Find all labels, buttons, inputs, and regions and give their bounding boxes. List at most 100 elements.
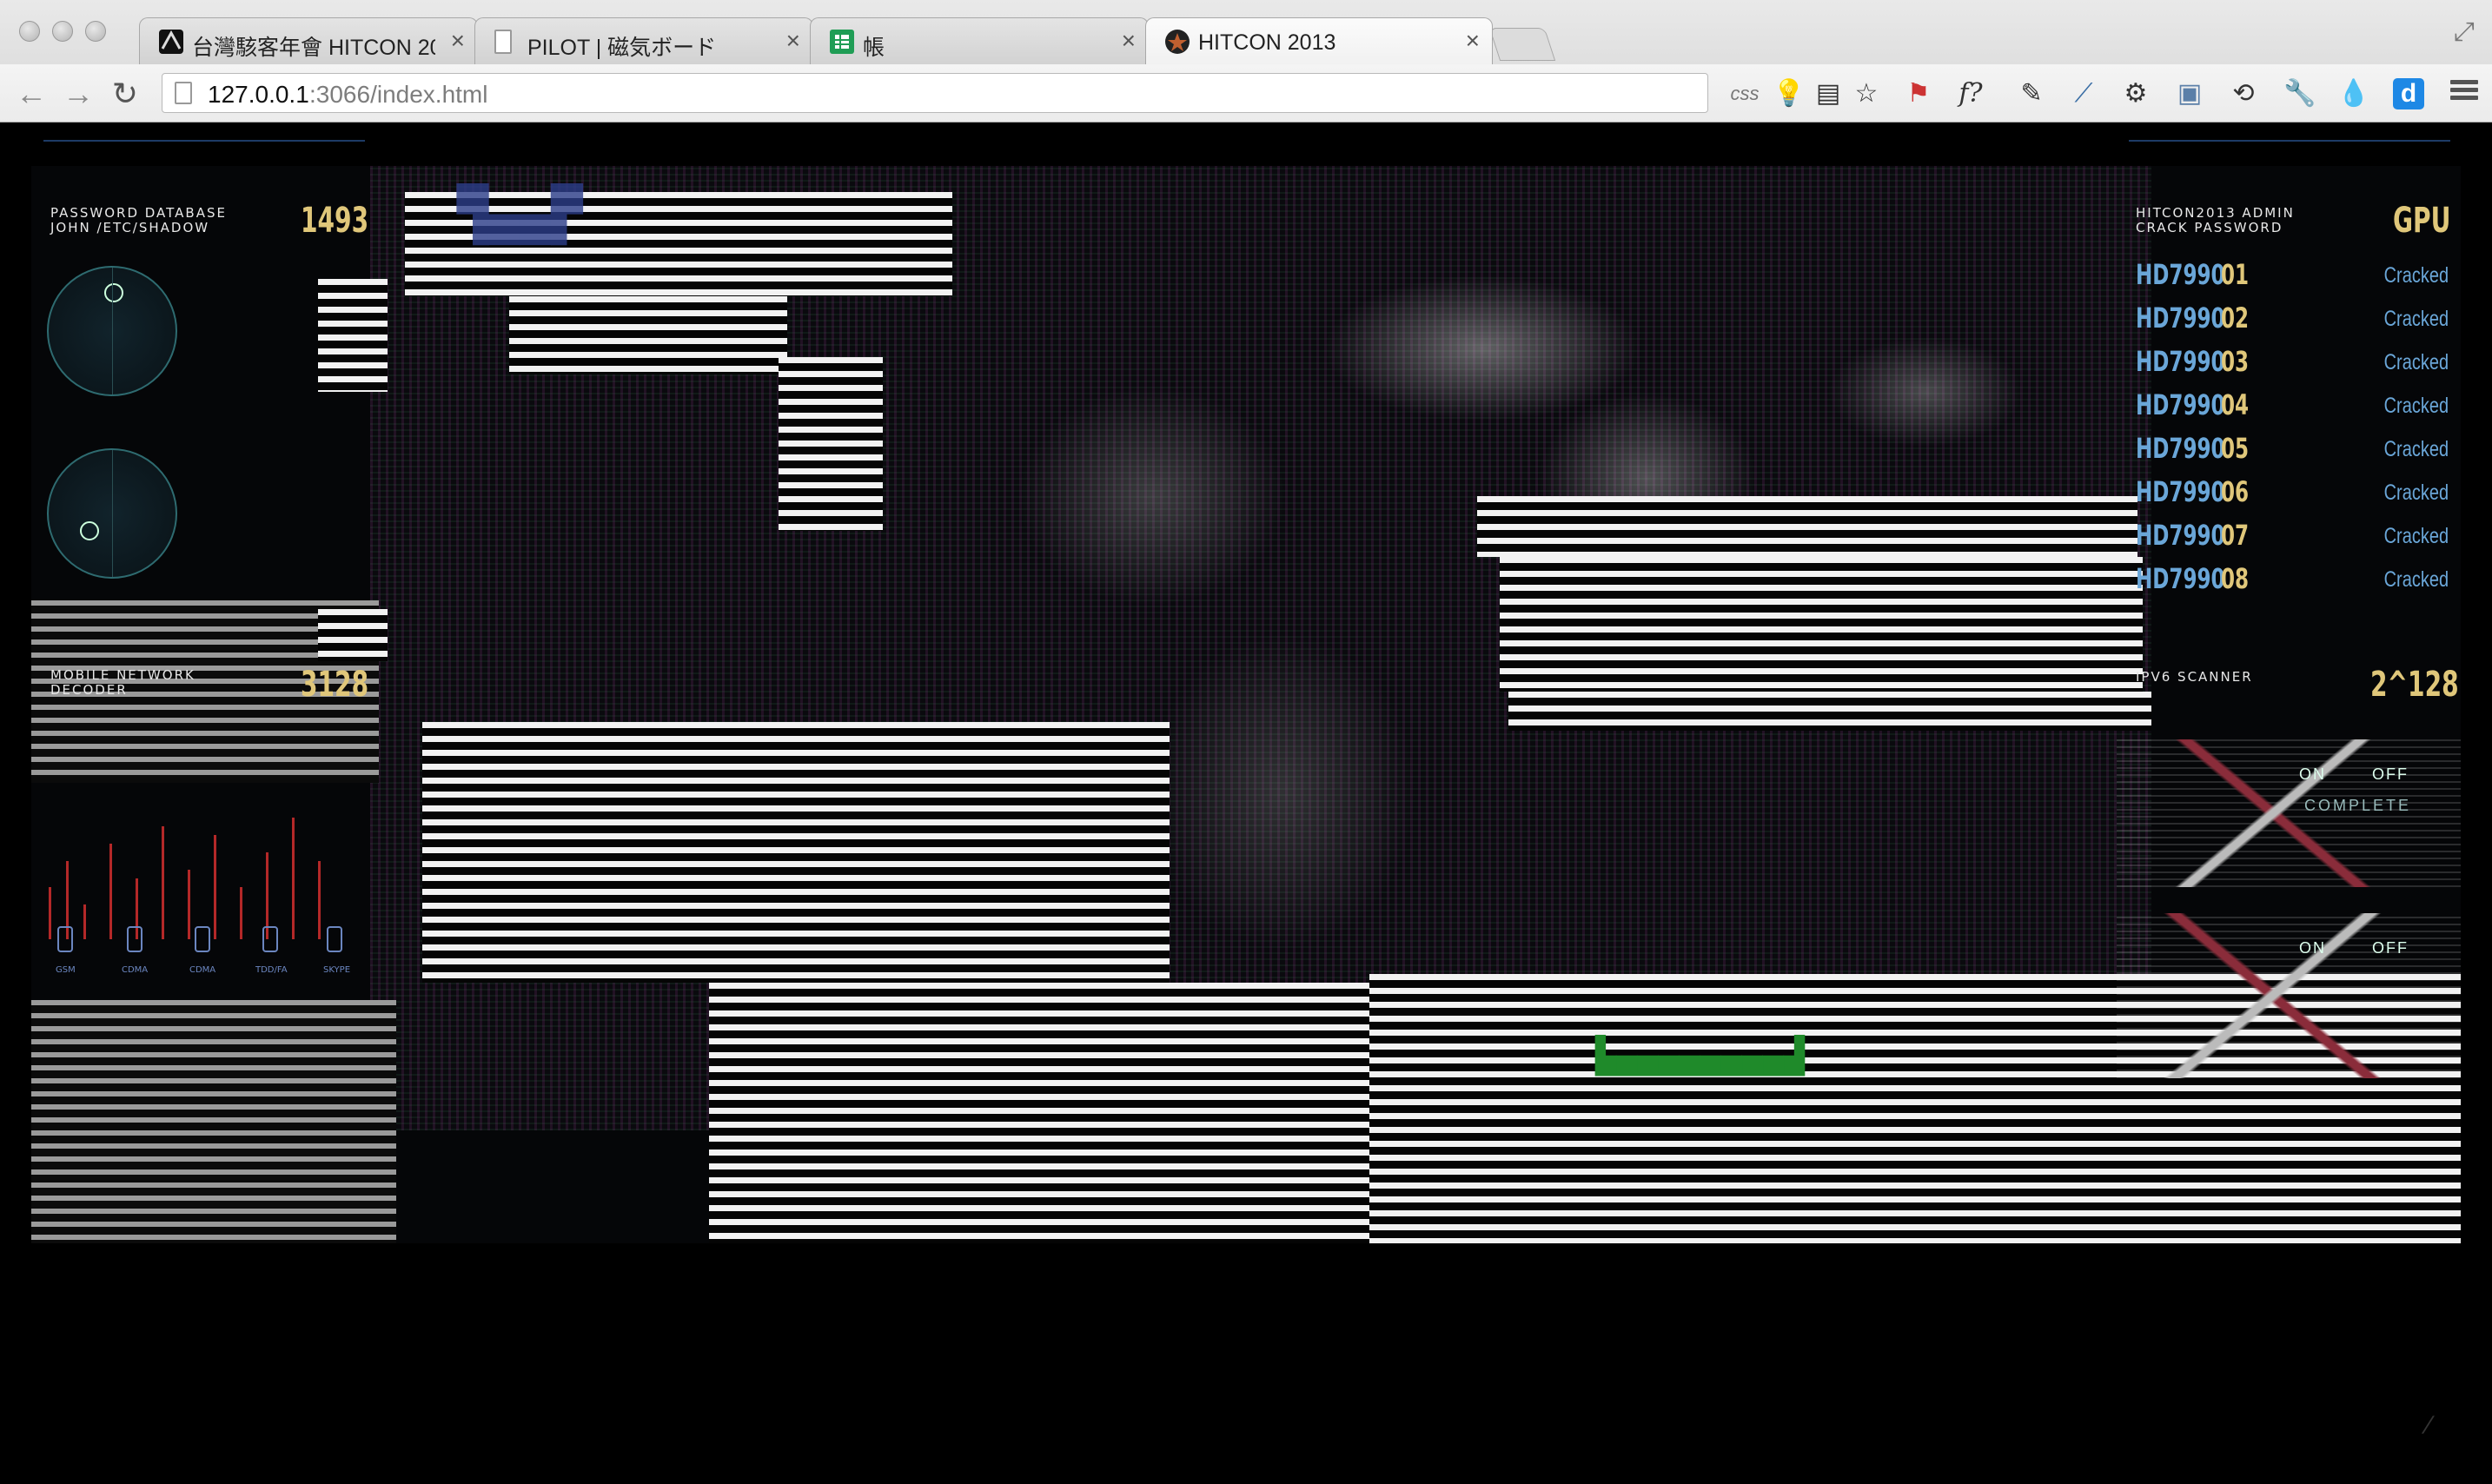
browser-toolbar: ← → ↻ 127.0.0.1 :3066/index.html css 💡 ▤… bbox=[0, 64, 2492, 122]
gpu-status: Cracked bbox=[2383, 350, 2449, 374]
gpu-index: 08 bbox=[2221, 562, 2250, 595]
tab-hitcon-2013[interactable]: HITCON 2013 × bbox=[1145, 17, 1493, 64]
tab-pilot[interactable]: PILOT | 磁気ボード × bbox=[474, 17, 813, 64]
glitch-block bbox=[1477, 496, 2137, 557]
gpu-row: HD7990 06 Cracked bbox=[2136, 475, 2457, 515]
back-arrow-icon[interactable]: ← bbox=[12, 75, 50, 113]
glitch-text: ▟▀▀▙ bbox=[457, 183, 583, 244]
glitch-block bbox=[709, 983, 1369, 1243]
font-finder-icon[interactable]: f? bbox=[1955, 78, 1986, 109]
mobile-label: SKYPE bbox=[323, 965, 351, 975]
glitch-block bbox=[509, 296, 787, 374]
rss-icon[interactable]: ▤ bbox=[1813, 78, 1844, 109]
tab-close-icon[interactable]: × bbox=[786, 27, 800, 55]
refresh-timer-icon[interactable]: ⟲ bbox=[2228, 78, 2259, 109]
toggle-off-label: OFF bbox=[2372, 939, 2409, 957]
tab-title: 帳 bbox=[863, 36, 885, 60]
tab-strip: 台灣駭客年會 HITCON 2013 × PILOT | 磁気ボード × 帳 ×… bbox=[0, 0, 2492, 64]
tab-close-icon[interactable]: × bbox=[451, 27, 465, 55]
gpu-status: Cracked bbox=[2383, 567, 2449, 592]
tab-title: 台灣駭客年會 HITCON 2013 bbox=[192, 36, 435, 60]
browser-chrome: 台灣駭客年會 HITCON 2013 × PILOT | 磁気ボード × 帳 ×… bbox=[0, 0, 2492, 123]
reload-icon[interactable]: ↻ bbox=[106, 75, 144, 113]
gpu-index: 02 bbox=[2221, 301, 2250, 335]
address-bar[interactable]: 127.0.0.1 :3066/index.html bbox=[162, 73, 1708, 113]
toggle-on-label: ON bbox=[2299, 939, 2326, 957]
glitch-block bbox=[779, 357, 883, 531]
new-tab-button[interactable] bbox=[1488, 28, 1556, 61]
gpu-model: HD7990 bbox=[2136, 519, 2225, 552]
glitch-block bbox=[422, 722, 1170, 983]
glitch-block bbox=[1508, 692, 2151, 731]
gpu-model: HD7990 bbox=[2136, 432, 2225, 465]
toggle-on-label: ON bbox=[2299, 765, 2326, 783]
gpu-model: HD7990 bbox=[2136, 388, 2225, 421]
fullscreen-icon[interactable]: ⤢ bbox=[2454, 17, 2475, 47]
hitcon-logo-icon bbox=[159, 30, 183, 54]
gpu-row: HD7990 04 Cracked bbox=[2136, 388, 2457, 428]
minimize-window-button[interactable] bbox=[52, 21, 73, 42]
mobile-label: GSM bbox=[56, 965, 76, 975]
panel-title-line: DECODER bbox=[50, 682, 128, 698]
tab-title: PILOT | 磁気ボード bbox=[527, 36, 717, 60]
waveform-graph bbox=[2117, 913, 2461, 1078]
page-icon bbox=[175, 82, 192, 104]
measure-icon[interactable]: ⟋ bbox=[2068, 78, 2099, 109]
glitch-block bbox=[1500, 557, 2143, 692]
hud-dashboard: ▟▀▀▙ ▛▀▀▀▀▀▀▀▀▜ PASSWORD DATABASE JOHN /… bbox=[31, 166, 2461, 1243]
bookmark-star-icon[interactable]: ☆ bbox=[1851, 78, 1882, 109]
gpu-row: HD7990 05 Cracked bbox=[2136, 432, 2457, 472]
maps-pin-icon[interactable]: ⚑ bbox=[1903, 78, 1934, 109]
toggle-off-label: OFF bbox=[2372, 765, 2409, 783]
panel-title-line: HITCON2013 ADMIN bbox=[2136, 205, 2295, 221]
url-host: 127.0.0.1 bbox=[208, 81, 309, 108]
gpu-index: 07 bbox=[2221, 519, 2250, 552]
tab-close-icon[interactable]: × bbox=[1122, 27, 1136, 55]
gpu-status: Cracked bbox=[2383, 263, 2449, 288]
close-window-button[interactable] bbox=[19, 21, 40, 42]
admin-crack-title: HITCON2013 ADMIN CRACK PASSWORD bbox=[2136, 206, 2295, 235]
wrench-icon[interactable]: 🔧 bbox=[2283, 78, 2316, 109]
radar-widget bbox=[47, 448, 177, 579]
glitch-block bbox=[318, 609, 388, 661]
screenshot-icon[interactable]: ▣ bbox=[2174, 78, 2205, 109]
gpu-row: HD7990 01 Cracked bbox=[2136, 258, 2457, 298]
gsm-phone-icon bbox=[57, 926, 73, 952]
gpu-model: HD7990 bbox=[2136, 345, 2225, 378]
panel-title-line: MOBILE NETWORK bbox=[50, 667, 196, 683]
gpu-status: Cracked bbox=[2383, 307, 2449, 331]
tab-close-icon[interactable]: × bbox=[1466, 27, 1480, 55]
radar-blip bbox=[80, 521, 99, 540]
lightbulb-icon[interactable]: 💡 bbox=[1773, 78, 1805, 109]
tab-sheet[interactable]: 帳 × bbox=[810, 17, 1149, 64]
hitcon-star-icon bbox=[1165, 30, 1190, 54]
scanner-toggle[interactable]: ON OFF bbox=[2299, 939, 2456, 962]
glitch-text: ▛▀▀▀▀▀▀▀▀▜ bbox=[1595, 1035, 1805, 1075]
glitch-block bbox=[318, 279, 388, 392]
gpu-row: HD7990 02 Cracked bbox=[2136, 301, 2457, 341]
resize-grip-icon[interactable]: ⁄ bbox=[2427, 1411, 2431, 1441]
scanner-toggle[interactable]: ON OFF bbox=[2299, 765, 2456, 788]
chrome-settings-icon[interactable]: ⚙ bbox=[2120, 78, 2151, 109]
gpu-index: 04 bbox=[2221, 388, 2250, 421]
gpu-model: HD7990 bbox=[2136, 475, 2225, 508]
mobile-label: CDMA bbox=[122, 965, 149, 975]
skype-icon bbox=[327, 926, 342, 952]
dictionary-icon[interactable]: d bbox=[2393, 78, 2424, 109]
menu-icon[interactable] bbox=[2450, 76, 2478, 104]
forward-arrow-icon[interactable]: → bbox=[59, 75, 97, 113]
gpu-status: Cracked bbox=[2383, 480, 2449, 505]
password-database-title: PASSWORD DATABASE JOHN /ETC/SHADOW bbox=[50, 206, 227, 235]
drop-icon[interactable]: 💧 bbox=[2337, 78, 2369, 109]
eyedropper-icon[interactable]: ✎ bbox=[2016, 78, 2047, 109]
radar-blip bbox=[104, 283, 123, 302]
zoom-window-button[interactable] bbox=[85, 21, 106, 42]
mobile-network-title: MOBILE NETWORK DECODER bbox=[50, 668, 196, 698]
tab-title: HITCON 2013 bbox=[1198, 30, 1336, 55]
tab-hitcon-home[interactable]: 台灣駭客年會 HITCON 2013 × bbox=[139, 17, 478, 64]
frame-line bbox=[43, 140, 365, 142]
panel-title-line: JOHN /ETC/SHADOW bbox=[50, 220, 210, 235]
glitch-block bbox=[31, 1000, 396, 1243]
gpu-row: HD7990 07 Cracked bbox=[2136, 519, 2457, 559]
css-viewer-icon[interactable]: css bbox=[1729, 78, 1760, 109]
